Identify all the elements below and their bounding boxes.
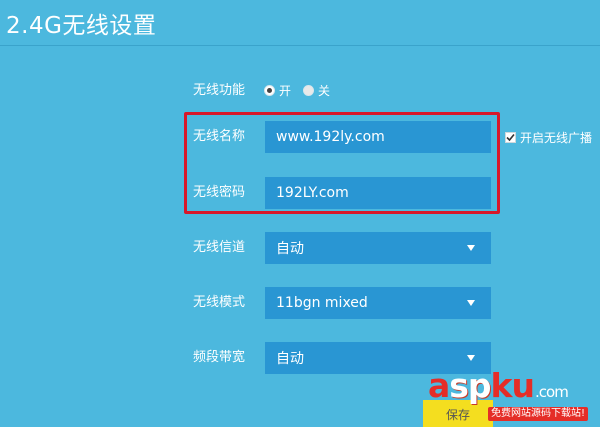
watermark-brand: aspku.com [428, 366, 569, 405]
wireless-off-radio[interactable] [303, 84, 315, 96]
broadcast-checkbox[interactable] [505, 132, 516, 143]
channel-label: 无线信道 [193, 240, 246, 255]
bandwidth-label: 频段带宽 [193, 350, 246, 365]
ssid-value: www.192ly.com [276, 129, 385, 145]
watermark-brand-suffix: .com [535, 383, 569, 401]
channel-value: 自动 [276, 241, 304, 257]
watermark-brand-ku: ku [490, 366, 535, 405]
check-icon [506, 133, 515, 142]
mode-value: 11bgn mixed [276, 295, 368, 311]
password-label: 无线密码 [193, 185, 246, 200]
wireless-function-radio-group: 开 关 [264, 82, 342, 98]
broadcast-toggle[interactable]: 开启无线广播 [505, 129, 592, 146]
chevron-down-icon [467, 245, 475, 251]
watermark-brand-sp: sp [449, 366, 491, 405]
watermark-logo: aspku.com 免费网站源码下载站! [428, 366, 596, 424]
wireless-on-label[interactable]: 开 [279, 82, 291, 99]
chevron-down-icon [467, 300, 475, 306]
wireless-off-label[interactable]: 关 [318, 82, 330, 99]
ssid-input[interactable]: www.192ly.com [265, 121, 491, 153]
chevron-down-icon [467, 355, 475, 361]
radio-selected-dot [267, 87, 272, 93]
title-divider [0, 45, 600, 46]
mode-label: 无线模式 [193, 295, 246, 310]
channel-select[interactable]: 自动 [265, 232, 491, 264]
bandwidth-value: 自动 [276, 351, 304, 367]
password-input[interactable]: 192LY.com [265, 177, 491, 209]
wireless-on-radio[interactable] [264, 84, 275, 96]
watermark-slogan: 免费网站源码下载站! [488, 407, 589, 421]
ssid-label: 无线名称 [193, 129, 246, 144]
watermark-brand-a: a [428, 366, 450, 405]
mode-select[interactable]: 11bgn mixed [265, 287, 491, 319]
password-value: 192LY.com [276, 185, 349, 201]
broadcast-label[interactable]: 开启无线广播 [520, 129, 592, 146]
page-title: 2.4G无线设置 [6, 13, 157, 39]
wireless-function-label: 无线功能 [193, 83, 246, 98]
